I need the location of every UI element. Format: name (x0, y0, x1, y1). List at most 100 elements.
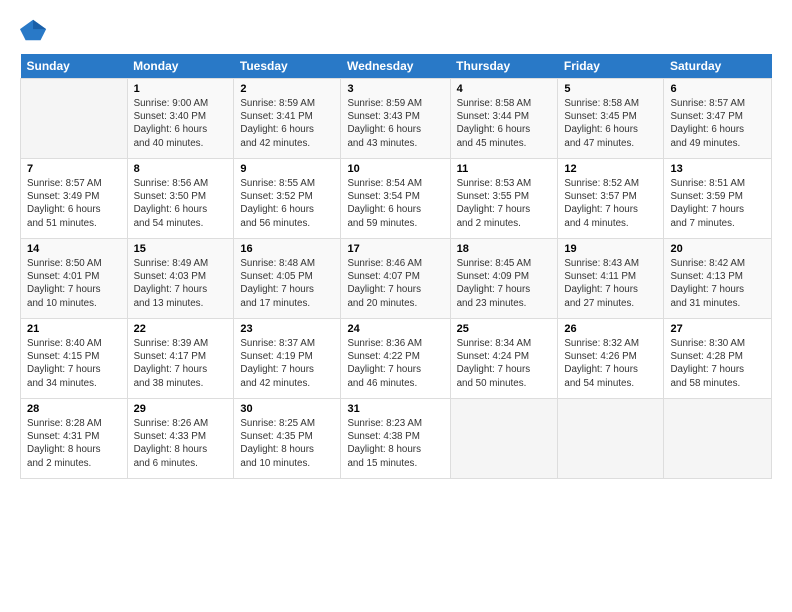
day-cell: 22Sunrise: 8:39 AM Sunset: 4:17 PM Dayli… (127, 319, 234, 399)
day-number: 9 (240, 163, 334, 175)
day-cell: 5Sunrise: 8:58 AM Sunset: 3:45 PM Daylig… (558, 79, 664, 159)
day-cell (450, 399, 558, 479)
day-number: 1 (134, 83, 228, 95)
day-number: 31 (347, 403, 443, 415)
day-info: Sunrise: 8:28 AM Sunset: 4:31 PM Dayligh… (27, 417, 121, 470)
header (20, 16, 772, 44)
day-info: Sunrise: 8:26 AM Sunset: 4:33 PM Dayligh… (134, 417, 228, 470)
day-cell: 26Sunrise: 8:32 AM Sunset: 4:26 PM Dayli… (558, 319, 664, 399)
day-info: Sunrise: 8:51 AM Sunset: 3:59 PM Dayligh… (670, 177, 765, 230)
day-info: Sunrise: 8:58 AM Sunset: 3:44 PM Dayligh… (457, 97, 552, 150)
day-cell: 19 Sunrise: 8:43 AM Sunset: 4:11 PM Dayli… (558, 239, 664, 319)
day-cell: 30 Sunrise: 8:25 AM Sunset: 4:35 PM Dayli… (234, 399, 341, 479)
day-cell: 4Sunrise: 8:58 AM Sunset: 3:44 PM Daylig… (450, 79, 558, 159)
logo (20, 16, 52, 44)
day-info: Sunrise: 8:43 AM Sunset: 4:11 PM Dayligh… (564, 257, 657, 310)
day-info: Sunrise: 8:42 AM Sunset: 4:13 PM Dayligh… (670, 257, 765, 310)
day-cell: 29 Sunrise: 8:26 AM Sunset: 4:33 PM Dayli… (127, 399, 234, 479)
day-info: Sunrise: 8:40 AM Sunset: 4:15 PM Dayligh… (27, 337, 121, 390)
day-info: Sunrise: 8:49 AM Sunset: 4:03 PM Dayligh… (134, 257, 228, 310)
day-info: Sunrise: 8:48 AM Sunset: 4:05 PM Dayligh… (240, 257, 334, 310)
header-day: Monday (127, 54, 234, 79)
day-cell: 17 Sunrise: 8:46 AM Sunset: 4:07 PM Dayli… (341, 239, 450, 319)
week-row: 1Sunrise: 9:00 AM Sunset: 3:40 PM Daylig… (21, 79, 772, 159)
day-number: 19 (564, 243, 657, 255)
day-number: 27 (670, 323, 765, 335)
day-number: 8 (134, 163, 228, 175)
day-info: Sunrise: 8:53 AM Sunset: 3:55 PM Dayligh… (457, 177, 552, 230)
day-info: Sunrise: 8:59 AM Sunset: 3:43 PM Dayligh… (347, 97, 443, 150)
header-row: SundayMondayTuesdayWednesdayThursdayFrid… (21, 54, 772, 79)
header-day: Thursday (450, 54, 558, 79)
calendar-table: SundayMondayTuesdayWednesdayThursdayFrid… (20, 54, 772, 479)
day-cell: 23 Sunrise: 8:37 AM Sunset: 4:19 PM Dayli… (234, 319, 341, 399)
header-day: Wednesday (341, 54, 450, 79)
day-number: 28 (27, 403, 121, 415)
logo-icon (20, 16, 48, 44)
day-cell: 10Sunrise: 8:54 AM Sunset: 3:54 PM Dayli… (341, 159, 450, 239)
day-cell: 27 Sunrise: 8:30 AM Sunset: 4:28 PM Dayli… (664, 319, 772, 399)
day-info: Sunrise: 8:55 AM Sunset: 3:52 PM Dayligh… (240, 177, 334, 230)
day-info: Sunrise: 8:59 AM Sunset: 3:41 PM Dayligh… (240, 97, 334, 150)
day-number: 7 (27, 163, 121, 175)
day-number: 29 (134, 403, 228, 415)
day-cell: 20 Sunrise: 8:42 AM Sunset: 4:13 PM Dayli… (664, 239, 772, 319)
week-row: 7 Sunrise: 8:57 AM Sunset: 3:49 PM Daylig… (21, 159, 772, 239)
day-cell: 24Sunrise: 8:36 AM Sunset: 4:22 PM Dayli… (341, 319, 450, 399)
day-info: Sunrise: 8:37 AM Sunset: 4:19 PM Dayligh… (240, 337, 334, 390)
day-cell: 14 Sunrise: 8:50 AM Sunset: 4:01 PM Dayli… (21, 239, 128, 319)
day-number: 30 (240, 403, 334, 415)
day-info: Sunrise: 8:57 AM Sunset: 3:49 PM Dayligh… (27, 177, 121, 230)
day-cell (664, 399, 772, 479)
page: SundayMondayTuesdayWednesdayThursdayFrid… (0, 0, 792, 612)
day-cell: 21 Sunrise: 8:40 AM Sunset: 4:15 PM Dayli… (21, 319, 128, 399)
day-number: 2 (240, 83, 334, 95)
week-row: 28 Sunrise: 8:28 AM Sunset: 4:31 PM Dayli… (21, 399, 772, 479)
day-info: Sunrise: 8:32 AM Sunset: 4:26 PM Dayligh… (564, 337, 657, 390)
day-info: Sunrise: 8:46 AM Sunset: 4:07 PM Dayligh… (347, 257, 443, 310)
day-number: 20 (670, 243, 765, 255)
day-cell: 6 Sunrise: 8:57 AM Sunset: 3:47 PM Daylig… (664, 79, 772, 159)
day-info: Sunrise: 8:56 AM Sunset: 3:50 PM Dayligh… (134, 177, 228, 230)
week-row: 14 Sunrise: 8:50 AM Sunset: 4:01 PM Dayli… (21, 239, 772, 319)
day-cell: 18 Sunrise: 8:45 AM Sunset: 4:09 PM Dayli… (450, 239, 558, 319)
day-number: 6 (670, 83, 765, 95)
day-number: 13 (670, 163, 765, 175)
day-cell: 11Sunrise: 8:53 AM Sunset: 3:55 PM Dayli… (450, 159, 558, 239)
day-info: Sunrise: 8:57 AM Sunset: 3:47 PM Dayligh… (670, 97, 765, 150)
day-info: Sunrise: 8:50 AM Sunset: 4:01 PM Dayligh… (27, 257, 121, 310)
day-number: 16 (240, 243, 334, 255)
day-info: Sunrise: 8:30 AM Sunset: 4:28 PM Dayligh… (670, 337, 765, 390)
day-number: 14 (27, 243, 121, 255)
day-cell: 8 Sunrise: 8:56 AM Sunset: 3:50 PM Daylig… (127, 159, 234, 239)
day-cell: 12 Sunrise: 8:52 AM Sunset: 3:57 PM Dayli… (558, 159, 664, 239)
day-number: 22 (134, 323, 228, 335)
day-cell: 31 Sunrise: 8:23 AM Sunset: 4:38 PM Dayli… (341, 399, 450, 479)
day-cell: 9 Sunrise: 8:55 AM Sunset: 3:52 PM Daylig… (234, 159, 341, 239)
day-number: 10 (347, 163, 443, 175)
day-number: 12 (564, 163, 657, 175)
day-cell (21, 79, 128, 159)
day-number: 21 (27, 323, 121, 335)
day-info: Sunrise: 8:52 AM Sunset: 3:57 PM Dayligh… (564, 177, 657, 230)
day-number: 25 (457, 323, 552, 335)
day-cell: 28 Sunrise: 8:28 AM Sunset: 4:31 PM Dayli… (21, 399, 128, 479)
day-info: Sunrise: 8:25 AM Sunset: 4:35 PM Dayligh… (240, 417, 334, 470)
day-number: 18 (457, 243, 552, 255)
day-number: 15 (134, 243, 228, 255)
day-number: 23 (240, 323, 334, 335)
day-info: Sunrise: 8:23 AM Sunset: 4:38 PM Dayligh… (347, 417, 443, 470)
header-day: Tuesday (234, 54, 341, 79)
day-number: 24 (347, 323, 443, 335)
day-cell: 25 Sunrise: 8:34 AM Sunset: 4:24 PM Dayli… (450, 319, 558, 399)
day-cell: 7 Sunrise: 8:57 AM Sunset: 3:49 PM Daylig… (21, 159, 128, 239)
header-day: Saturday (664, 54, 772, 79)
day-cell (558, 399, 664, 479)
day-cell: 13 Sunrise: 8:51 AM Sunset: 3:59 PM Dayli… (664, 159, 772, 239)
day-number: 17 (347, 243, 443, 255)
day-cell: 16 Sunrise: 8:48 AM Sunset: 4:05 PM Dayli… (234, 239, 341, 319)
day-info: Sunrise: 8:34 AM Sunset: 4:24 PM Dayligh… (457, 337, 552, 390)
day-cell: 3Sunrise: 8:59 AM Sunset: 3:43 PM Daylig… (341, 79, 450, 159)
day-cell: 1Sunrise: 9:00 AM Sunset: 3:40 PM Daylig… (127, 79, 234, 159)
day-info: Sunrise: 8:45 AM Sunset: 4:09 PM Dayligh… (457, 257, 552, 310)
